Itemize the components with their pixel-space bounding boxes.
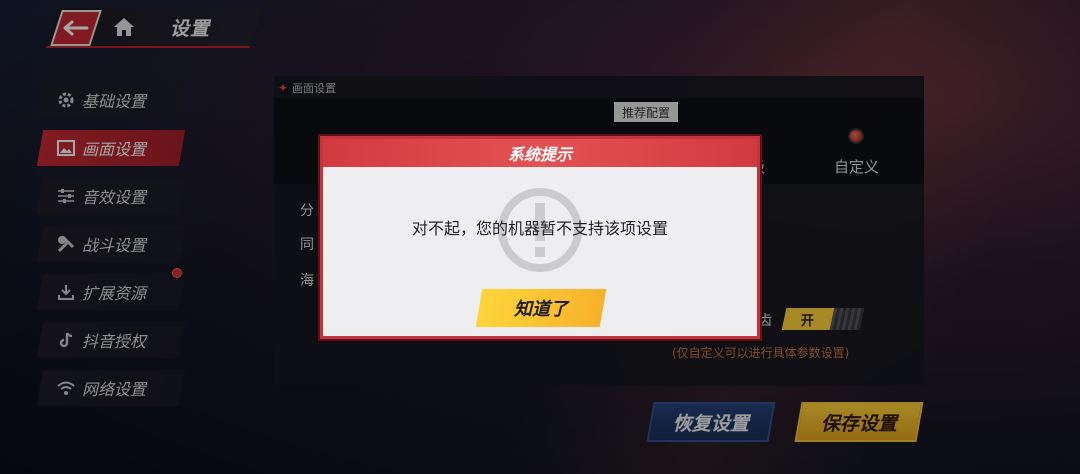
dialog-title: 系统提示: [323, 139, 757, 167]
confirm-button[interactable]: 知道了: [475, 289, 607, 327]
dialog-message: 对不起，您的机器暂不支持该项设置: [411, 219, 668, 238]
system-prompt-dialog: 系统提示 对不起，您的机器暂不支持该项设置 知道了: [320, 136, 760, 339]
